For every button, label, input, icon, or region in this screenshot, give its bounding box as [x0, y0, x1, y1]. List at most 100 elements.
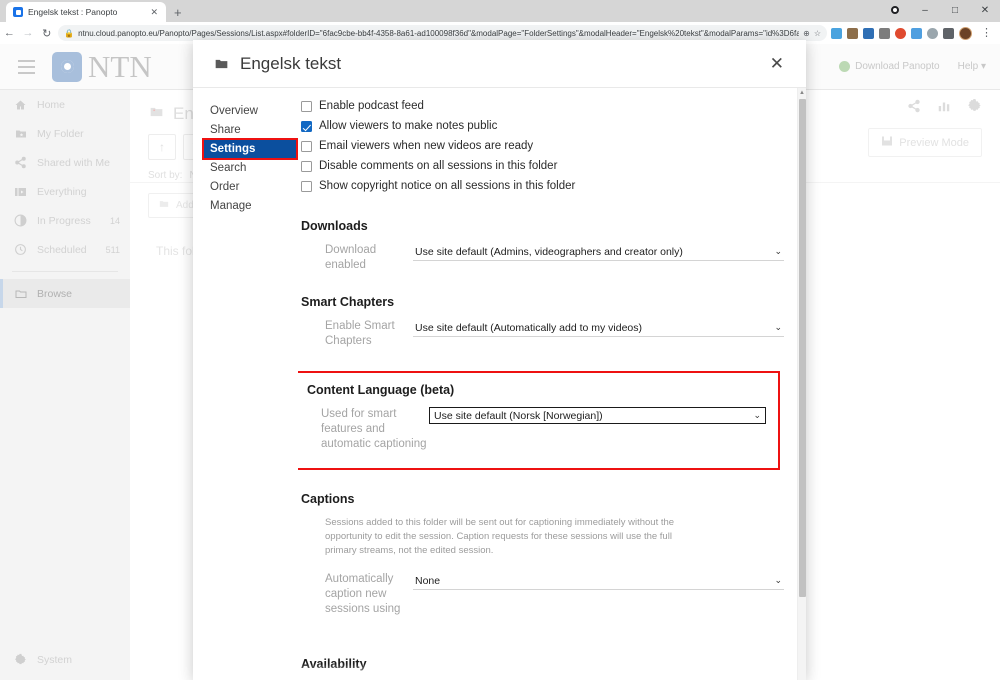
extra-dot-icon[interactable]	[880, 0, 910, 22]
sidebar-item-in-progress[interactable]: In Progress 14	[0, 206, 130, 235]
modal-scrollbar[interactable]: ▲	[797, 88, 806, 680]
forward-button[interactable]: →	[19, 27, 38, 39]
note-ext-icon[interactable]	[863, 27, 875, 39]
checkbox-icon[interactable]	[301, 141, 312, 152]
sidebar-item-home[interactable]: Home	[0, 90, 130, 119]
download-icon	[839, 61, 851, 72]
hamburger-menu-icon[interactable]	[0, 59, 52, 74]
bookmark-star-icon[interactable]: ☆	[814, 29, 821, 38]
window-maximize-button[interactable]: □	[940, 0, 970, 22]
new-tab-button[interactable]: +	[174, 6, 182, 19]
checkbox-row-disable-comments[interactable]: Disable comments on all sessions in this…	[301, 160, 784, 173]
browser-menu-button[interactable]: ⋮	[977, 27, 996, 39]
back-button[interactable]: ←	[0, 27, 19, 39]
folder-icon	[13, 287, 28, 301]
sidebar-item-label: Browse	[37, 287, 73, 300]
folder-icon	[148, 105, 165, 124]
settings-pane: Enable podcast feed Allow viewers to mak…	[298, 88, 806, 680]
window-controls: – □ ✕	[880, 0, 1000, 22]
checkbox-icon[interactable]	[301, 101, 312, 112]
address-bar[interactable]: 🔒 ntnu.cloud.panopto.eu/Panopto/Pages/Se…	[58, 25, 828, 41]
close-icon[interactable]: ✕	[766, 51, 788, 76]
tab-close-icon[interactable]: ✕	[148, 7, 160, 17]
in-progress-icon	[13, 214, 28, 228]
checkbox-label: Allow viewers to make notes public	[319, 120, 498, 132]
sidebar-item-scheduled[interactable]: Scheduled 511	[0, 235, 130, 264]
download-panopto-label: Download Panopto	[855, 61, 940, 72]
ntnu-mark-icon	[52, 51, 82, 82]
scrollbar-thumb[interactable]	[799, 99, 806, 597]
profile-avatar[interactable]	[959, 26, 973, 40]
sidebar-item-everything[interactable]: Everything	[0, 177, 130, 206]
checkbox-row-allow-viewers-notes-public[interactable]: Allow viewers to make notes public	[301, 120, 784, 133]
adblock-ext-icon[interactable]	[895, 27, 907, 39]
sidebar-item-system[interactable]: System	[0, 645, 130, 674]
modal-header: Engelsk tekst ✕	[193, 40, 806, 88]
window-close-button[interactable]: ✕	[970, 0, 1000, 22]
help-menu[interactable]: Help ▾	[958, 61, 986, 72]
folder-settings-modal: Engelsk tekst ✕ Overview Share Settings …	[193, 40, 806, 680]
checkbox-row-show-copyright-notice[interactable]: Show copyright notice on all sessions in…	[301, 180, 784, 193]
settings-gear-icon[interactable]	[967, 98, 982, 116]
scroll-up-arrow-icon[interactable]: ▲	[798, 88, 806, 98]
checkbox-icon-checked[interactable]	[301, 121, 312, 132]
modal-nav-item-search[interactable]: Search	[204, 159, 296, 177]
gear-icon	[13, 653, 28, 667]
download-enabled-select[interactable]: Use site default (Admins, videographers …	[413, 243, 784, 261]
puzzle-ext-icon[interactable]	[943, 27, 955, 39]
checkbox-icon[interactable]	[301, 181, 312, 192]
preview-mode-button[interactable]: Preview Mode	[868, 128, 982, 157]
checkbox-row-enable-podcast-feed[interactable]: Enable podcast feed	[301, 100, 784, 113]
browser-tab[interactable]: Engelsk tekst : Panopto ✕	[6, 2, 166, 22]
sidebar-divider	[12, 271, 118, 272]
stats-icon[interactable]	[937, 99, 951, 116]
brand-logo: NTN	[52, 49, 152, 85]
captions-heading: Captions	[301, 492, 355, 506]
checkbox-row-email-viewers[interactable]: Email viewers when new videos are ready	[301, 140, 784, 153]
modal-nav-item-order[interactable]: Order	[204, 178, 296, 196]
window-minimize-button[interactable]: –	[910, 0, 940, 22]
download-panopto-link[interactable]: Download Panopto	[839, 61, 940, 72]
sidebar-item-label: In Progress	[37, 214, 91, 227]
downloads-heading: Downloads	[301, 219, 368, 233]
modal-nav-item-share[interactable]: Share	[204, 121, 296, 139]
sidebar-item-label: Everything	[37, 185, 87, 198]
sidebar-item-count: 511	[105, 244, 120, 255]
globe-ext-icon[interactable]	[927, 27, 939, 39]
lock-ext-icon[interactable]	[831, 27, 843, 39]
smart-chapters-select[interactable]: Use site default (Automatically add to m…	[413, 319, 784, 337]
share-icon[interactable]	[907, 99, 921, 116]
share-icon	[13, 156, 28, 170]
screen: Engelsk tekst : Panopto ✕ + – □ ✕ ← → ↻ …	[0, 0, 1000, 680]
sidebar-item-my-folder[interactable]: My Folder	[0, 119, 130, 148]
pane-bottom-fade	[298, 664, 806, 680]
mask-ext-icon[interactable]	[879, 27, 891, 39]
header-right: Download Panopto Help ▾	[839, 61, 1000, 72]
smart-chapters-label: Enable Smart Chapters	[325, 320, 395, 347]
auto-caption-value: None	[415, 574, 441, 587]
checkbox-label: Show copyright notice on all sessions in…	[319, 180, 576, 192]
download-enabled-label: Download enabled	[325, 244, 377, 271]
sidebar-item-count: 14	[109, 215, 120, 226]
system-row[interactable]: System	[0, 645, 130, 674]
clock-icon	[13, 243, 28, 257]
modal-nav-item-overview[interactable]: Overview	[204, 102, 296, 120]
preview-icon	[881, 135, 893, 150]
sidebar-item-label: Shared with Me	[37, 156, 110, 169]
sidebar-item-browse[interactable]: Browse	[0, 279, 130, 308]
sidebar-item-label: Scheduled	[37, 243, 87, 256]
modal-nav-item-settings[interactable]: Settings	[202, 138, 298, 160]
modal-nav-item-manage[interactable]: Manage	[204, 197, 296, 215]
browser-titlebar: Engelsk tekst : Panopto ✕ + – □ ✕	[0, 0, 1000, 22]
zoom-icon[interactable]: ⊕	[803, 29, 810, 38]
translate-ext-icon[interactable]	[911, 27, 923, 39]
content-language-select[interactable]: Use site default (Norsk [Norwegian]) ⌄	[429, 407, 766, 424]
system-label: System	[37, 653, 73, 666]
checkbox-icon[interactable]	[301, 161, 312, 172]
auto-caption-select[interactable]: None ⌄	[413, 572, 784, 590]
content-actions	[907, 98, 982, 116]
up-folder-button[interactable]: ↑	[148, 134, 176, 160]
reload-button[interactable]: ↻	[37, 27, 56, 40]
sidebar-item-shared-with-me[interactable]: Shared with Me	[0, 148, 130, 177]
brush-ext-icon[interactable]	[847, 27, 859, 39]
